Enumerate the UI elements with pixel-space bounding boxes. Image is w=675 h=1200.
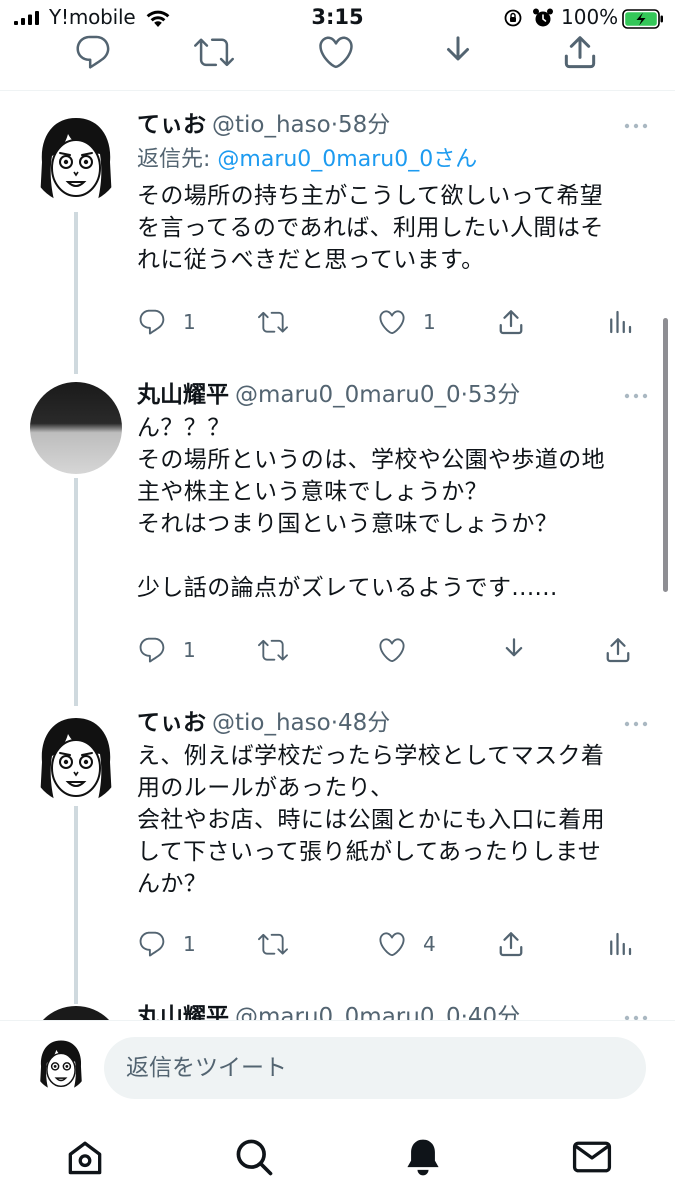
share-icon: [499, 310, 523, 335]
bookmark-icon[interactable]: [438, 32, 478, 72]
retweet-icon[interactable]: [194, 32, 234, 72]
display-name[interactable]: 丸山耀平: [137, 1004, 229, 1020]
reply-count: 1: [183, 932, 196, 956]
messages-icon[interactable]: [570, 1135, 614, 1179]
replying-to-mention[interactable]: @maru0_0maru0_0: [217, 147, 433, 172]
bottom-navigation: [0, 1115, 675, 1200]
tweet-text: ん？？？ その場所というのは、学校や公園や歩道の地 主や株主という意味でしょうか…: [137, 415, 605, 601]
cartoon-face-avatar: [34, 1037, 88, 1091]
avatar[interactable]: [30, 382, 122, 474]
like-icon: [379, 638, 405, 663]
battery-percent: 100%: [561, 5, 619, 29]
search-icon[interactable]: [232, 1135, 276, 1179]
reply-icon[interactable]: [73, 32, 113, 72]
thread-line: [74, 806, 78, 1004]
avatar[interactable]: [30, 712, 122, 804]
separator-dot: ·: [330, 710, 339, 736]
focused-tweet-actions: [0, 32, 675, 76]
battery-charging-icon: [622, 9, 663, 29]
more-options-icon[interactable]: [621, 386, 651, 406]
retweet-icon: [258, 933, 288, 955]
like-icon[interactable]: [316, 32, 356, 72]
retweet-button[interactable]: [258, 302, 288, 342]
reply-button[interactable]: 1: [137, 924, 196, 964]
analytics-button[interactable]: [605, 924, 635, 964]
thread-line: [74, 478, 78, 706]
tweet-time[interactable]: 48分: [338, 710, 390, 736]
rotation-lock-icon: [504, 9, 522, 27]
handle[interactable]: @maru0_0maru0_0: [235, 1004, 461, 1020]
display-name[interactable]: てぃお: [137, 710, 206, 736]
share-button[interactable]: [496, 924, 526, 964]
bookmark-icon: [505, 638, 523, 657]
tweet-actions: 1: [137, 630, 637, 670]
separator-dot: ·: [460, 1004, 468, 1020]
tweet-text: その場所の持ち主がこうして欲しいって希望 を言ってるのであれば、利用したい人間は…: [137, 183, 604, 273]
replying-to-suffix[interactable]: さん: [433, 147, 477, 172]
more-options-icon[interactable]: [621, 1008, 651, 1020]
retweet-icon: [258, 639, 288, 661]
analytics-button[interactable]: [605, 302, 635, 342]
tweet-text: え、例えば学校だったら学校としてマスク着 用のルールがあったり、 会社やお店、時…: [137, 743, 605, 897]
like-icon: [379, 310, 405, 335]
reply-input[interactable]: 返信をツイート: [104, 1037, 646, 1099]
share-button[interactable]: [603, 630, 633, 670]
reply-composer: 返信をツイート: [0, 1020, 675, 1115]
like-button[interactable]: [377, 630, 423, 670]
alarm-icon: [533, 8, 553, 27]
handle[interactable]: @maru0_0maru0_0: [235, 382, 461, 408]
share-icon: [606, 638, 630, 663]
home-icon[interactable]: [63, 1135, 107, 1179]
thread-line: [74, 212, 78, 374]
tweet-actions: 1 1: [137, 302, 637, 342]
analytics-icon: [610, 932, 632, 956]
separator-dot: ·: [460, 382, 468, 408]
reply-count: 1: [183, 310, 196, 334]
more-options-icon[interactable]: [621, 116, 651, 136]
like-button[interactable]: 1: [377, 302, 436, 342]
like-count: 4: [423, 932, 436, 956]
avatar[interactable]: [30, 1006, 122, 1020]
avatar[interactable]: [30, 112, 122, 204]
tweet-time[interactable]: 58分: [338, 112, 390, 138]
tweet[interactable]: 丸山耀平 @maru0_0maru0_0·40分: [0, 1002, 675, 1020]
retweet-button[interactable]: [258, 630, 288, 670]
notifications-icon[interactable]: [401, 1135, 445, 1179]
analytics-icon: [610, 310, 632, 334]
bookmark-button[interactable]: [499, 630, 529, 670]
share-icon: [499, 932, 523, 957]
tweet-time[interactable]: 53分: [468, 382, 520, 408]
display-name[interactable]: 丸山耀平: [137, 382, 229, 408]
cartoon-face-avatar: [30, 712, 122, 804]
retweet-icon: [258, 311, 288, 333]
more-options-icon[interactable]: [621, 714, 651, 734]
share-icon[interactable]: [560, 32, 600, 72]
divider: [0, 90, 675, 91]
replying-to: 返信先: @maru0_0maru0_0さん: [137, 144, 651, 176]
retweet-button[interactable]: [258, 924, 288, 964]
reply-icon: [139, 931, 165, 957]
share-button[interactable]: [496, 302, 526, 342]
reply-count: 1: [183, 638, 196, 662]
replying-to-label: 返信先:: [137, 147, 218, 172]
handle[interactable]: @tio_haso: [212, 112, 331, 138]
cartoon-face-avatar: [30, 112, 122, 204]
scrollbar[interactable]: [663, 318, 668, 592]
like-button[interactable]: 4: [377, 924, 436, 964]
separator-dot: ·: [330, 112, 339, 138]
tweet-actions: 1 4: [137, 924, 637, 964]
reply-button[interactable]: 1: [137, 302, 196, 342]
my-avatar[interactable]: [34, 1037, 88, 1091]
display-name[interactable]: てぃお: [137, 112, 206, 138]
handle[interactable]: @tio_haso: [212, 710, 331, 736]
dark-photo-avatar: [30, 382, 122, 474]
reply-icon: [139, 637, 165, 663]
reply-button[interactable]: 1: [137, 630, 196, 670]
like-count: 1: [423, 310, 436, 334]
reply-icon: [139, 309, 165, 335]
tweet-time[interactable]: 40分: [468, 1004, 520, 1020]
like-icon: [379, 932, 405, 957]
